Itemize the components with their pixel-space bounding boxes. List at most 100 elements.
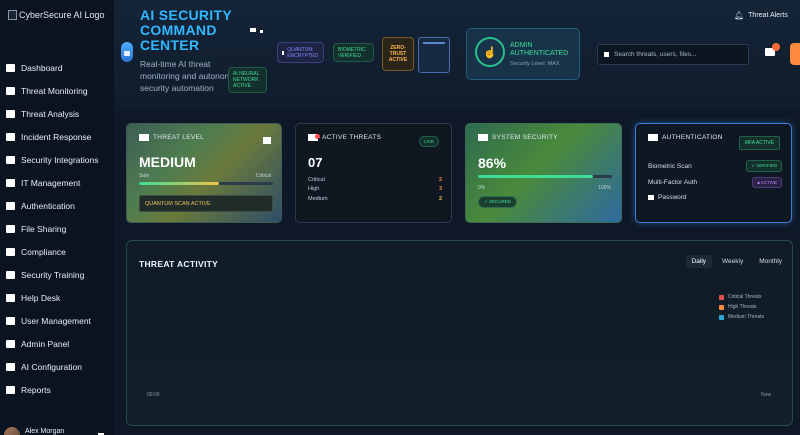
dashboard-icon bbox=[6, 63, 15, 72]
neural-network-badge: AI NEURAL NETWORK ACTIVE bbox=[228, 67, 267, 93]
legend-swatch bbox=[719, 294, 724, 300]
sidebar-item-threat-monitoring[interactable]: Threat Monitoring bbox=[0, 79, 114, 102]
safe-label: Safe bbox=[139, 173, 150, 179]
password-icon bbox=[648, 195, 654, 200]
users-icon bbox=[6, 316, 15, 325]
tab-daily[interactable]: Daily bbox=[685, 255, 713, 268]
tab-weekly[interactable]: Weekly bbox=[716, 255, 749, 268]
secured-badge: ✓ SECURED bbox=[478, 196, 518, 208]
sidebar-item-label: Security Training bbox=[21, 269, 85, 280]
file-icon bbox=[6, 224, 15, 233]
zero-trust-badge: ZERO-TRUST ACTIVE bbox=[382, 37, 414, 71]
it-icon bbox=[6, 178, 15, 187]
active-badge: 🔒︎ ACTIVE bbox=[752, 177, 782, 188]
min-label: 0% bbox=[478, 185, 486, 191]
search-bar bbox=[597, 44, 749, 65]
sidebar-item-dashboard[interactable]: Dashboard bbox=[0, 56, 114, 79]
threat-level-card: THREAT LEVEL MEDIUM Safe Critical QUANTU… bbox=[126, 123, 282, 223]
sidebar-item-label: IT Management bbox=[21, 177, 81, 188]
user-profile[interactable]: Alex Morgan bbox=[4, 425, 110, 435]
legend-item-critical[interactable]: Critical Threats bbox=[719, 292, 764, 302]
legend-label: High Threats bbox=[728, 304, 757, 310]
alert-dot bbox=[315, 134, 320, 139]
card-title: SYSTEM SECURITY bbox=[492, 134, 558, 141]
active-threats-card: ACTIVE THREATS LIVE 07 Critical 2 High 3… bbox=[295, 123, 452, 223]
shield-icon bbox=[478, 134, 488, 141]
legend-item-high[interactable]: High Threats bbox=[719, 302, 764, 312]
quantum-label: QUANTUM ENCRYPTED bbox=[287, 46, 318, 59]
threat-row-high: High 3 bbox=[308, 186, 442, 192]
admin-auth-card: ☝ ADMIN AUTHENTICATED Security Level: MA… bbox=[466, 28, 580, 80]
monitor-icon bbox=[6, 86, 15, 95]
admin-title: ADMIN AUTHENTICATED bbox=[510, 42, 569, 57]
verified-badge: ✓ VERIFIED bbox=[746, 160, 782, 172]
integrations-icon bbox=[6, 155, 15, 164]
sidebar-item-incident-response[interactable]: Incident Response bbox=[0, 125, 114, 148]
sidebar-item-security-training[interactable]: Security Training bbox=[0, 263, 114, 286]
sidebar-item-label: File Sharing bbox=[21, 223, 67, 234]
active-label: ACTIVE bbox=[760, 180, 777, 185]
sidebar-item-label: User Management bbox=[21, 315, 91, 326]
auth-icon bbox=[6, 201, 15, 210]
shield-lock-icon bbox=[121, 42, 133, 62]
sidebar-item-label: Threat Monitoring bbox=[21, 85, 88, 96]
admin-security-level: Security Level: MAX bbox=[510, 61, 560, 67]
legend-item-medium[interactable]: Medium Threats bbox=[719, 312, 764, 322]
threat-row-label: High bbox=[308, 186, 320, 192]
lock-icon bbox=[282, 50, 285, 55]
max-label: 100% bbox=[598, 185, 611, 191]
x-axis-start-label: 00:00 bbox=[147, 392, 160, 398]
header: AI SECURITY COMMAND CENTER Real-time AI … bbox=[114, 0, 800, 110]
sidebar-item-help-desk[interactable]: Help Desk bbox=[0, 286, 114, 309]
ai-config-icon bbox=[6, 362, 15, 371]
sidebar-item-label: Compliance bbox=[21, 246, 66, 257]
password-item: Password bbox=[648, 194, 687, 201]
sidebar-item-admin-panel[interactable]: Admin Panel bbox=[0, 332, 114, 355]
sidebar-item-reports[interactable]: Reports bbox=[0, 378, 114, 401]
expand-icon[interactable] bbox=[263, 137, 271, 144]
sidebar-item-it-management[interactable]: IT Management bbox=[0, 171, 114, 194]
admin-icon bbox=[6, 339, 15, 348]
threat-level-value: MEDIUM bbox=[139, 154, 196, 170]
threat-alerts-label: Threat Alerts bbox=[748, 12, 788, 19]
sidebar-item-ai-configuration[interactable]: AI Configuration bbox=[0, 355, 114, 378]
action-button[interactable] bbox=[790, 43, 800, 65]
sidebar-item-threat-analysis[interactable]: Threat Analysis bbox=[0, 102, 114, 125]
app-logo[interactable]: CyberSecure AI Logo bbox=[8, 10, 105, 20]
bell-icon: 🔔︎ bbox=[734, 11, 745, 20]
sidebar-item-authentication[interactable]: Authentication bbox=[0, 194, 114, 217]
search-input[interactable] bbox=[614, 51, 734, 58]
sidebar-item-label: Admin Panel bbox=[21, 338, 70, 349]
sidebar-item-label: Authentication bbox=[21, 200, 75, 211]
security-track bbox=[478, 175, 612, 178]
security-percent-value: 86% bbox=[478, 155, 507, 171]
incident-icon bbox=[6, 132, 15, 141]
avatar bbox=[4, 427, 20, 435]
auth-row-mfa: Multi-Factor Auth 🔒︎ ACTIVE bbox=[648, 177, 782, 188]
sidebar-item-label: Threat Analysis bbox=[21, 108, 80, 119]
threat-activity-panel: THREAT ACTIVITY Daily Weekly Monthly Cri… bbox=[126, 240, 793, 426]
sidebar-item-security-integrations[interactable]: Security Integrations bbox=[0, 148, 114, 171]
sidebar-item-user-management[interactable]: User Management bbox=[0, 309, 114, 332]
sidebar-item-file-sharing[interactable]: File Sharing bbox=[0, 217, 114, 240]
live-badge: LIVE bbox=[419, 136, 439, 147]
sidebar-nav: Dashboard Threat Monitoring Threat Analy… bbox=[0, 56, 114, 401]
threat-row-label: Medium bbox=[308, 196, 328, 202]
quantum-encrypted-badge: QUANTUM ENCRYPTED bbox=[277, 42, 324, 63]
threat-level-track bbox=[139, 182, 273, 185]
legend-swatch bbox=[719, 314, 724, 320]
mfa-active-badge: MFA ACTIVE bbox=[738, 136, 780, 150]
sidebar-item-compliance[interactable]: Compliance bbox=[0, 240, 114, 263]
time-range-tabs: Daily Weekly Monthly bbox=[685, 255, 788, 268]
legend-label: Critical Threats bbox=[728, 294, 762, 300]
reports-icon bbox=[6, 385, 15, 394]
auth-row-label: Biometric Scan bbox=[648, 162, 692, 170]
verified-label: VERIFIED bbox=[756, 163, 777, 168]
key-icon bbox=[648, 134, 658, 141]
card-header: THREAT LEVEL bbox=[139, 134, 204, 141]
threat-row-value: 3 bbox=[438, 186, 442, 192]
tab-monthly[interactable]: Monthly bbox=[753, 255, 788, 268]
threat-alerts-button[interactable]: 🔔︎ Threat Alerts bbox=[734, 11, 788, 20]
quantum-scan-status[interactable]: QUANTUM SCAN ACTIVE bbox=[139, 195, 273, 212]
threat-row-medium: Medium 2 bbox=[308, 196, 442, 202]
